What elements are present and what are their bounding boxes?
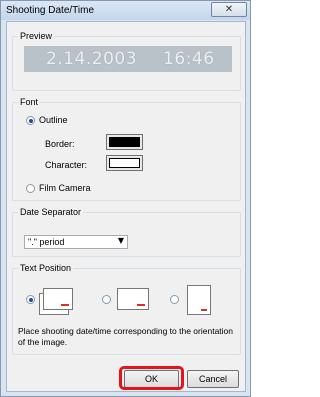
title-bar[interactable]: Shooting Date/Time ✕ [1,1,250,20]
dialog-body: Preview 2.14.2003 16:46 Font Outline Bor… [6,21,246,392]
position-radio-1[interactable] [26,295,35,304]
text-position-description: Place shooting date/time corresponding t… [18,326,233,347]
close-button[interactable]: ✕ [211,2,247,17]
date-separator-dropdown[interactable]: "." period ▼ [24,235,128,249]
window-title: Shooting Date/Time [6,5,95,16]
preview-display: 2.14.2003 16:46 [24,46,232,72]
stamp-mark [137,304,145,306]
font-group: Font Outline Border: Character: Film Cam… [12,97,241,201]
ok-highlight-box [119,366,184,390]
stamp-mark [201,309,207,311]
preview-group: Preview 2.14.2003 16:46 [12,31,241,91]
font-group-label: Font [18,97,41,107]
film-camera-label[interactable]: Film Camera [39,183,91,193]
date-separator-group-label: Date Separator [18,207,84,217]
border-color-button[interactable] [106,134,143,150]
text-position-group-label: Text Position [18,263,74,273]
preview-date: 2.14.2003 [46,49,138,69]
character-color-button[interactable] [106,155,143,171]
position-radio-2[interactable] [102,295,111,304]
position-radio-3[interactable] [170,295,179,304]
position-thumb-1 [43,288,73,310]
date-separator-value: "." period [28,237,65,247]
cancel-button[interactable]: Cancel [187,370,239,388]
outline-label[interactable]: Outline [39,115,68,125]
character-color-swatch [109,158,140,168]
outline-radio[interactable] [26,116,35,125]
preview-time: 16:46 [163,49,215,69]
position-thumb-3 [187,285,211,315]
close-icon: ✕ [224,4,234,15]
preview-group-label: Preview [18,31,55,41]
dialog-window: Shooting Date/Time ✕ Preview 2.14.2003 1… [0,0,251,397]
position-thumb-2 [117,288,149,310]
border-label: Border: [45,139,75,149]
stamp-mark [61,304,69,306]
chevron-down-icon: ▼ [117,236,124,245]
character-label: Character: [45,160,88,170]
film-camera-radio[interactable] [26,184,35,193]
border-color-swatch [109,137,140,147]
